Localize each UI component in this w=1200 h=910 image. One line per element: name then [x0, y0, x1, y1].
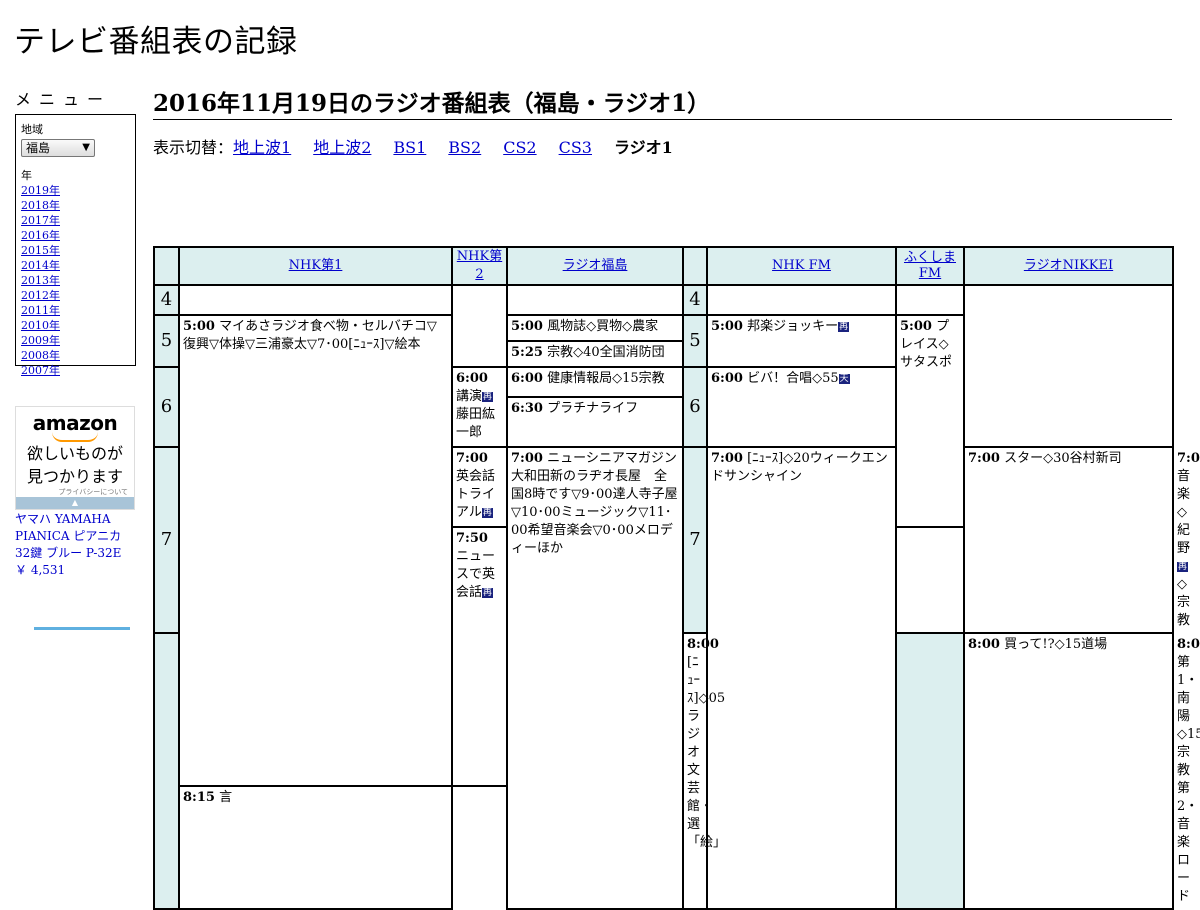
ad-privacy-link[interactable]: プライバシーについて: [16, 487, 134, 497]
switch-link-cs3[interactable]: CS3: [559, 138, 592, 157]
view-switcher: 表示切替：地上波1 地上波2 BS1 BS2 CS2 CS3 ラジオ1: [153, 134, 673, 158]
menu-box: 地域 福島 ▼ 年 2019年 2018年 2017年 2016年 2015年 …: [15, 114, 136, 377]
year-link-2012[interactable]: 2012年: [21, 288, 130, 303]
program-cell-empty: [178, 284, 453, 316]
program-cell[interactable]: 5:00 マイあさラジオ食べ物・セルバチコ▽復興▽体操▽三浦豪太▽7･00[ﾆｭ…: [178, 313, 453, 788]
ad-product[interactable]: ヤマハ YAMAHA PIANICA ピアニカ 32鍵 ブルー P-32E ￥ …: [15, 511, 140, 579]
program-grid: NHK第1 NHK第2 ラジオ福島 NHK FM ふくしまFM ラジオNIKKE…: [153, 246, 1200, 910]
hour-label-empty: [153, 632, 180, 910]
program-cell-empty: [963, 284, 1174, 448]
hour-label: 5: [682, 314, 708, 368]
amazon-ad-banner[interactable]: amazon 欲しいものが 見つかります プライバシーについて ▲: [15, 406, 135, 510]
switch-current-radio1: ラジオ1: [613, 138, 673, 157]
channel-header-nhkfm[interactable]: NHK FM: [706, 246, 897, 286]
program-cell[interactable]: 7:00 ニューシニアマガジン大和田新のラヂオ長屋 全国8時です▽9･00達人寺…: [506, 446, 684, 910]
program-cell-empty: [895, 284, 965, 316]
switch-label: 表示切替：: [153, 138, 234, 157]
rerun-badge: 再: [1177, 562, 1189, 572]
ad-line-2: 見つかります: [26, 467, 123, 486]
program-cell[interactable]: 7:50 ニュースで英会話再: [451, 525, 508, 788]
hour-label: 5: [153, 314, 180, 368]
menu-title: メニュー: [15, 90, 112, 109]
program-cell[interactable]: 8:00 [ﾆｭｰｽ]◇05ラジオ文芸館・選「絵」: [682, 632, 726, 910]
hour-label: 6: [682, 366, 708, 448]
year-link-2013[interactable]: 2013年: [21, 273, 130, 288]
site-title: テレビ番組表の記録: [14, 24, 298, 60]
rerun-badge: 再: [482, 392, 494, 402]
switch-link-cs2[interactable]: CS2: [503, 138, 536, 157]
channel-header-nhk1[interactable]: NHK第1: [178, 246, 453, 286]
page-title: 2016年11月19日のラジオ番組表（福島・ラジオ1）: [153, 84, 1172, 120]
ad-line-1: 欲しいものが: [26, 444, 123, 463]
region-label: 地域: [21, 123, 43, 136]
program-cell[interactable]: 5:00 邦楽ジョッキー再: [706, 314, 897, 368]
program-cell[interactable]: 6:00 ビバ！合唱◇55天: [706, 366, 897, 448]
program-cell[interactable]: 8:00 買って!?◇15道場: [963, 632, 1174, 910]
stereo-badge: 天: [838, 374, 850, 384]
switch-link-bs2[interactable]: BS2: [448, 138, 481, 157]
switch-link-terrestrial-2[interactable]: 地上波2: [313, 138, 371, 157]
program-cell-empty: [706, 284, 897, 316]
program-cell[interactable]: 6:00 健康情報局◇15宗教: [506, 366, 684, 398]
hour-label: 4: [153, 284, 180, 316]
program-cell[interactable]: 5:25 宗教◇40全国消防団: [506, 340, 684, 368]
year-link-2014[interactable]: 2014年: [21, 258, 130, 273]
program-cell[interactable]: 5:00 風物誌◇買物◇農家: [506, 314, 684, 342]
hour-header-blank: [153, 246, 180, 286]
region-select[interactable]: 福島 ▼: [21, 139, 95, 157]
ad-product-name[interactable]: ヤマハ YAMAHA PIANICA ピアニカ 32鍵 ブルー P-32E: [15, 511, 140, 562]
switch-link-terrestrial-1[interactable]: 地上波1: [233, 138, 291, 157]
year-link-2017[interactable]: 2017年: [21, 213, 130, 228]
hour-label: 7: [682, 446, 708, 634]
year-link-2008[interactable]: 2008年: [21, 348, 130, 363]
year-link-2010[interactable]: 2010年: [21, 318, 130, 333]
ad-expand-bar[interactable]: ▲: [16, 497, 134, 509]
amazon-logo: amazon: [32, 411, 118, 435]
year-link-2015[interactable]: 2015年: [21, 243, 130, 258]
rerun-badge: 再: [838, 322, 850, 332]
program-cell[interactable]: 6:30 プラチナライフ: [506, 396, 684, 448]
program-cell[interactable]: 7:00 英会話トライアル再: [451, 446, 508, 528]
caret-up-icon: ▲: [71, 498, 79, 507]
rerun-badge: 再: [481, 508, 493, 518]
program-cell[interactable]: 5:00 プレイス◇サタスポ: [895, 314, 965, 528]
hour-label: 4: [682, 284, 708, 316]
channel-header-radio-fukushima[interactable]: ラジオ福島: [506, 246, 684, 286]
year-link-2011[interactable]: 2011年: [21, 303, 130, 318]
channel-header-nhk2[interactable]: NHK第2: [451, 246, 508, 286]
switch-link-bs1[interactable]: BS1: [393, 138, 426, 157]
channel-header-fukushima-fm[interactable]: ふくしまFM: [895, 246, 965, 286]
hour-header-blank-2: [682, 246, 708, 286]
channel-header-radio-nikkei[interactable]: ラジオNIKKEI: [963, 246, 1174, 286]
program-cell[interactable]: 6:00 講演再藤田紘一郎: [451, 366, 508, 448]
year-link-2018[interactable]: 2018年: [21, 198, 130, 213]
ad-product-price: ￥ 4,531: [15, 563, 66, 577]
dropdown-arrow-icon: ▼: [82, 142, 90, 153]
sidebar-menu: メニュー 地域 福島 ▼ 年 2019年 2018年 2017年 2016年 2…: [15, 86, 136, 377]
program-cell-empty: [451, 284, 508, 368]
rerun-badge: 再: [482, 588, 494, 598]
year-link-2016[interactable]: 2016年: [21, 228, 130, 243]
hour-label: 7: [153, 446, 180, 634]
hour-label: 6: [153, 366, 180, 448]
year-link-2019[interactable]: 2019年: [21, 183, 130, 198]
year-label: 年: [21, 169, 32, 182]
region-select-value: 福島: [26, 141, 51, 155]
program-cell[interactable]: 7:00 [ﾆｭｰｽ]◇20ウィークエンドサンシャイン: [706, 446, 897, 910]
year-link-2007[interactable]: 2007年: [21, 363, 130, 378]
year-link-2009[interactable]: 2009年: [21, 333, 130, 348]
program-cell[interactable]: 8:15 言: [178, 785, 453, 910]
program-cell-empty: [506, 284, 684, 316]
hour-label-empty: [895, 632, 965, 910]
program-cell[interactable]: 7:00 スター◇30谷村新司: [963, 446, 1174, 634]
